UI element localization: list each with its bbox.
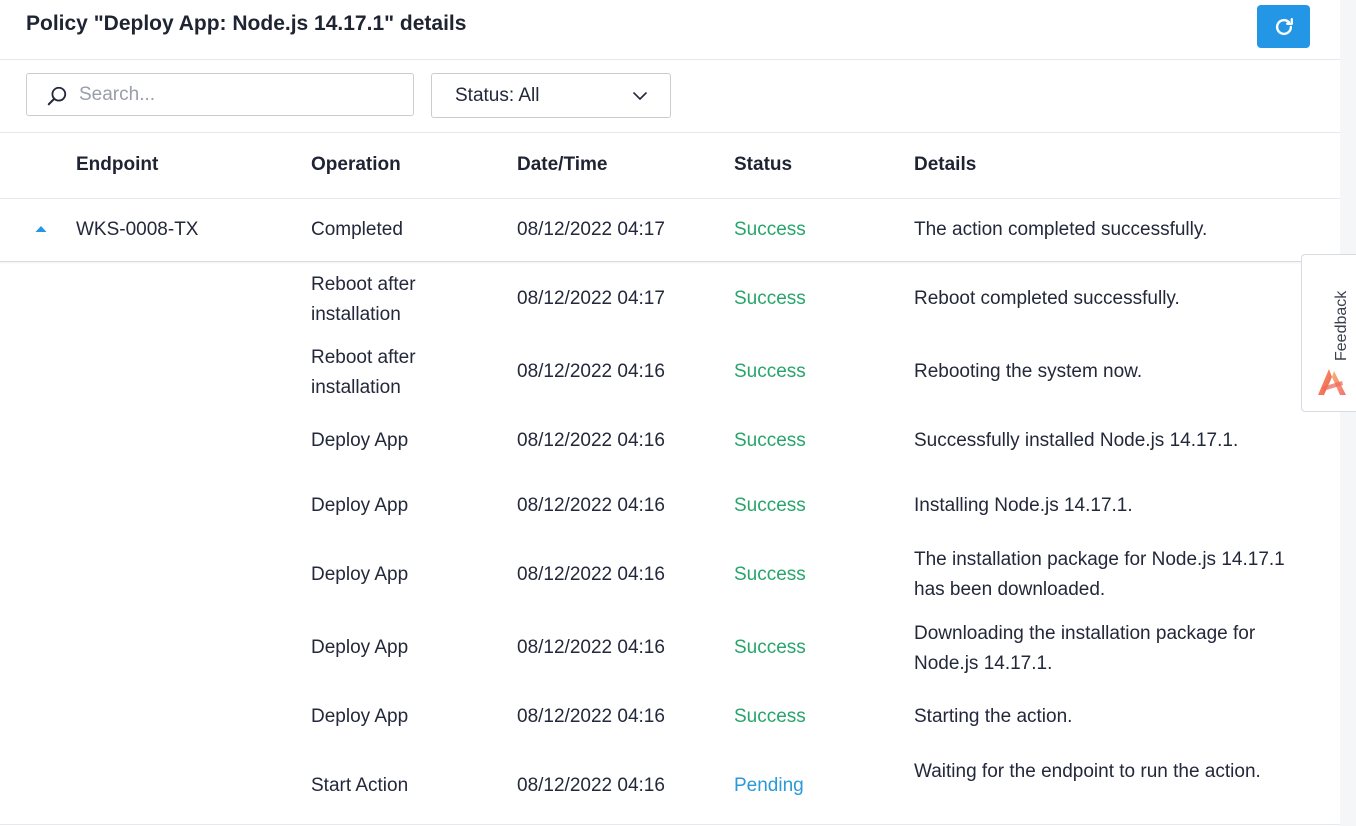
details-cell: The installation package for Node.js 14.… (914, 549, 1285, 600)
chevron-down-icon (633, 92, 647, 100)
page-title: Policy "Deploy App: Node.js 14.17.1" det… (26, 12, 467, 35)
policy-details-panel: Policy "Deploy App: Node.js 14.17.1" det… (0, 0, 1340, 826)
status-cell: Success (734, 430, 806, 451)
datetime-cell: 08/12/2022 04:16 (517, 564, 665, 585)
status-cell: Success (734, 706, 806, 727)
status-filter-select[interactable]: Status: All (431, 73, 671, 118)
feedback-label: Feedback (1333, 290, 1350, 361)
operation-cell: Reboot after installation (311, 274, 416, 325)
status-cell: Success (734, 564, 806, 585)
status-cell: Success (734, 637, 806, 658)
details-cell: Waiting for the endpoint to run the acti… (914, 761, 1261, 782)
status-filter-label: Status: All (455, 85, 540, 106)
status-cell: Success (734, 288, 806, 309)
operation-cell: Reboot after installation (311, 347, 416, 398)
operation-cell: Deploy App (311, 430, 409, 451)
status-cell: Pending (734, 775, 804, 796)
operation-cell: Completed (311, 219, 403, 240)
datetime-cell: 08/12/2022 04:16 (517, 706, 665, 727)
table-row: Start Action 08/12/2022 04:16 Pending Wa… (0, 757, 1340, 817)
table-row: Reboot after installation 08/12/2022 04:… (0, 343, 1340, 403)
operation-cell: Deploy App (311, 637, 409, 658)
search-icon (47, 86, 67, 106)
status-cell: Success (734, 361, 806, 382)
datetime-cell: 08/12/2022 04:17 (517, 219, 665, 240)
details-cell: Rebooting the system now. (914, 361, 1143, 382)
table-row: Deploy App 08/12/2022 04:16 Success Inst… (0, 491, 1340, 523)
search-input[interactable] (79, 79, 399, 110)
details-cell: Successfully installed Node.js 14.17.1. (914, 430, 1239, 451)
refresh-button[interactable] (1257, 5, 1310, 48)
table-bottom-border (0, 824, 1340, 825)
datetime-cell: 08/12/2022 04:16 (517, 775, 665, 796)
datetime-cell: 08/12/2022 04:17 (517, 288, 665, 309)
table-row: Reboot after installation 08/12/2022 04:… (0, 270, 1340, 330)
scrollbar-track[interactable] (1340, 0, 1356, 826)
column-header-status[interactable]: Status (734, 154, 792, 176)
datetime-cell: 08/12/2022 04:16 (517, 361, 665, 382)
endpoint-row[interactable]: WKS-0008-TX Completed 08/12/2022 04:17 S… (0, 199, 1340, 262)
column-header-datetime[interactable]: Date/Time (517, 154, 607, 176)
table-header: Endpoint Operation Date/Time Status Deta… (0, 133, 1340, 199)
search-box[interactable] (26, 73, 414, 116)
datetime-cell: 08/12/2022 04:16 (517, 430, 665, 451)
table-row: Deploy App 08/12/2022 04:16 Success Succ… (0, 426, 1340, 458)
details-cell: Downloading the installation package for… (914, 623, 1256, 674)
table-row: Deploy App 08/12/2022 04:16 Success The … (0, 545, 1340, 605)
operation-cell: Deploy App (311, 706, 409, 727)
panel-header: Policy "Deploy App: Node.js 14.17.1" det… (0, 0, 1340, 60)
column-header-endpoint[interactable]: Endpoint (76, 154, 158, 176)
datetime-cell: 08/12/2022 04:16 (517, 495, 665, 516)
operation-cell: Start Action (311, 775, 409, 796)
refresh-icon (1275, 17, 1293, 35)
table-row: Deploy App 08/12/2022 04:16 Success Star… (0, 702, 1340, 734)
operation-cell: Deploy App (311, 564, 409, 585)
column-header-details[interactable]: Details (914, 154, 976, 176)
details-cell: The action completed successfully. (914, 219, 1208, 240)
endpoint-name: WKS-0008-TX (76, 219, 199, 240)
collapse-arrow-icon[interactable] (34, 223, 48, 235)
table-row: Deploy App 08/12/2022 04:16 Success Down… (0, 619, 1340, 679)
feedback-logo-icon (1318, 369, 1346, 395)
status-cell: Success (734, 219, 806, 240)
details-cell: Starting the action. (914, 706, 1073, 727)
datetime-cell: 08/12/2022 04:16 (517, 637, 665, 658)
operation-cell: Deploy App (311, 495, 409, 516)
details-cell: Installing Node.js 14.17.1. (914, 495, 1133, 516)
details-cell: Reboot completed successfully. (914, 288, 1180, 309)
page: Policy "Deploy App: Node.js 14.17.1" det… (0, 0, 1356, 826)
feedback-tab[interactable]: Feedback (1301, 254, 1356, 412)
column-header-operation[interactable]: Operation (311, 154, 401, 176)
status-cell: Success (734, 495, 806, 516)
